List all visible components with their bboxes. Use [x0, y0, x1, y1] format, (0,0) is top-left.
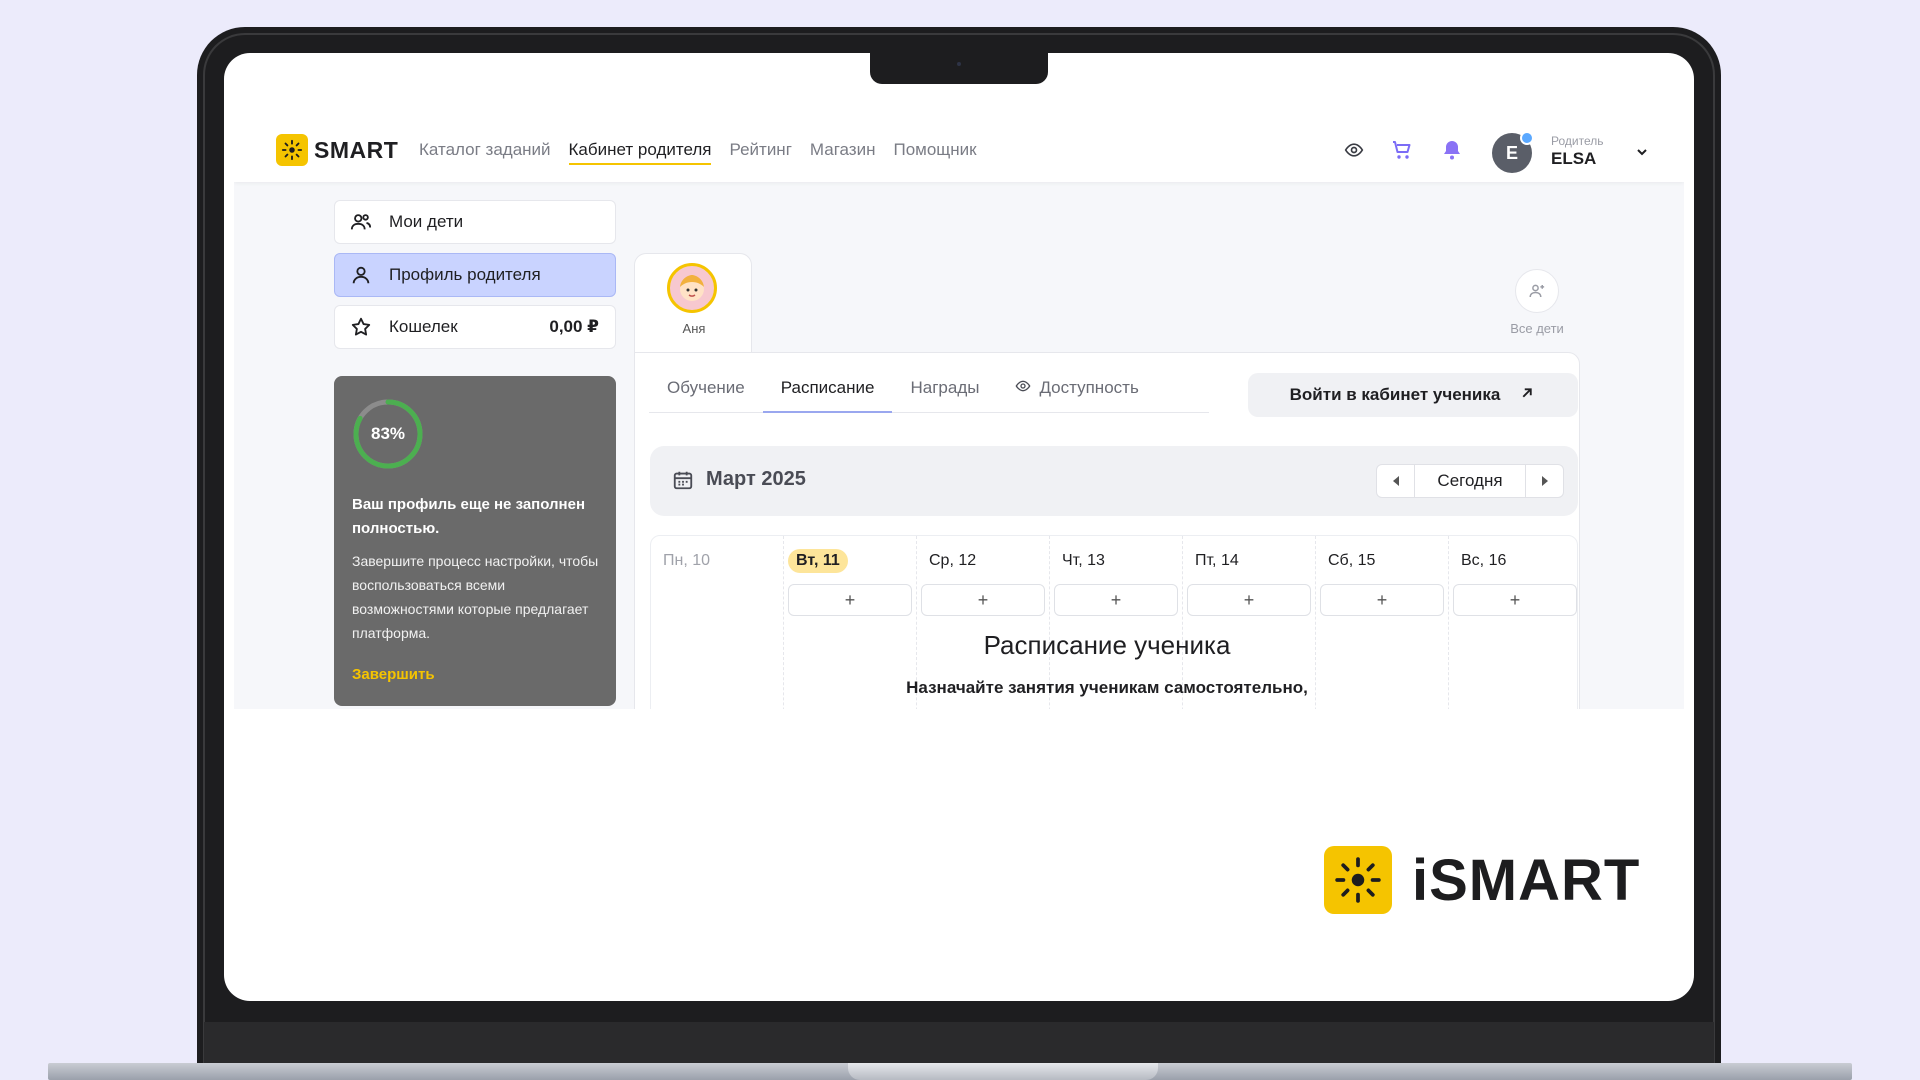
user-initial: E: [1505, 142, 1518, 163]
tab-learning[interactable]: Обучение: [649, 371, 763, 413]
child-tab[interactable]: Аня: [634, 253, 752, 353]
nav-shop[interactable]: Магазин: [810, 140, 876, 165]
child-name: Аня: [682, 321, 706, 336]
next-week-button[interactable]: [1525, 465, 1563, 497]
smart-logo[interactable]: SMART: [276, 134, 398, 166]
sun-logo-icon: [1324, 846, 1392, 914]
eye-icon[interactable]: [1344, 140, 1364, 165]
calendar-icon: [672, 469, 694, 496]
brand-name: iSMART: [1412, 847, 1641, 913]
laptop-hinge: [848, 1063, 1158, 1080]
sidebar-item-my-children[interactable]: Мои дети: [334, 200, 616, 244]
star-icon: [349, 315, 373, 339]
verified-badge-icon: [1520, 131, 1534, 145]
profile-completion-card: 83% Ваш профиль еще не заполнен полность…: [334, 376, 616, 706]
nav-catalog[interactable]: Каталог заданий: [419, 140, 551, 165]
card-text: Завершите процесс настройки, чтобы воспо…: [352, 553, 599, 641]
camera-icon: [957, 62, 961, 66]
user-icon: [349, 263, 373, 287]
date-navigator: Сегодня: [1376, 464, 1564, 498]
add-lesson-button[interactable]: +: [921, 584, 1045, 616]
day-label: Сб, 15: [1328, 552, 1376, 569]
empty-state-description: Назначайте занятия ученикам самостоятель…: [906, 678, 1308, 697]
month-label: Март 2025: [706, 468, 806, 490]
calendar-month-bar: Март 2025 Сегодня: [650, 446, 1578, 516]
caret-right-icon: [1541, 476, 1548, 486]
today-button[interactable]: Сегодня: [1415, 471, 1525, 491]
add-child-icon: [1529, 284, 1545, 298]
prev-week-button[interactable]: [1377, 465, 1415, 497]
user-avatar[interactable]: E: [1492, 131, 1534, 173]
sidebar-item-parent-profile[interactable]: Профиль родителя: [334, 253, 616, 297]
chevron-down-icon[interactable]: [1634, 144, 1650, 165]
day-label: Чт, 13: [1062, 552, 1105, 569]
header-icons: [1344, 138, 1464, 167]
app-window: SMART Каталог заданий Кабинет родителя Р…: [234, 122, 1684, 709]
laptop-bottom-bezel: [204, 1022, 1714, 1068]
empty-state-title: Расписание ученика: [983, 630, 1231, 660]
complete-profile-link[interactable]: Завершить: [352, 666, 435, 683]
arrow-up-right-icon: [1518, 384, 1536, 407]
tab-availability-label: Доступность: [1039, 378, 1139, 397]
add-lesson-button[interactable]: +: [1054, 584, 1178, 616]
logo-text: SMART: [314, 136, 399, 163]
user-role: Родитель: [1551, 134, 1604, 148]
sidebar-item-label: Профиль родителя: [389, 265, 541, 284]
sidebar-item-label: Кошелек: [389, 317, 458, 336]
eye-icon: [1015, 378, 1031, 399]
ismart-brand-logo: iSMART: [1324, 846, 1640, 914]
tab-rewards[interactable]: Награды: [892, 371, 997, 413]
top-navigation-bar: SMART Каталог заданий Кабинет родителя Р…: [234, 122, 1684, 182]
tab-availability[interactable]: Доступность: [997, 371, 1156, 413]
day-label: Пт, 14: [1195, 552, 1239, 569]
tab-schedule[interactable]: Расписание: [762, 371, 893, 413]
bell-icon[interactable]: [1440, 138, 1464, 167]
enter-student-cabinet-button[interactable]: Войти в кабинет ученика: [1248, 373, 1578, 417]
day-label-today: Вт, 11: [788, 549, 848, 573]
nav-assistant[interactable]: Помощник: [893, 140, 976, 165]
day-label: Ср, 12: [929, 552, 977, 569]
sun-logo-icon: [276, 134, 308, 166]
wallet-amount: 0,00 ₽: [549, 317, 599, 336]
add-lesson-button[interactable]: +: [1453, 584, 1577, 616]
day-label: Вс, 16: [1461, 552, 1507, 569]
cart-icon[interactable]: [1390, 138, 1414, 167]
nav-rating[interactable]: Рейтинг: [729, 140, 791, 165]
laptop-base: [48, 1063, 1852, 1080]
children-icon: [349, 210, 373, 234]
nav-parent-cabinet[interactable]: Кабинет родителя: [568, 140, 712, 165]
girl-face-icon: [680, 275, 704, 301]
add-lesson-button[interactable]: +: [1187, 584, 1311, 616]
add-lesson-button[interactable]: +: [1320, 584, 1444, 616]
add-lesson-button[interactable]: +: [788, 584, 912, 616]
day-label: Пн, 10: [663, 552, 711, 569]
card-title: Ваш профиль еще не заполнен полностью.: [352, 496, 586, 537]
user-name[interactable]: ELSA: [1551, 149, 1596, 169]
sidebar-item-label: Мои дети: [389, 212, 464, 231]
sidebar-item-wallet[interactable]: Кошелек 0,00 ₽: [334, 305, 616, 349]
all-children-button[interactable]: [1515, 269, 1559, 313]
all-children-label[interactable]: Все дети: [1492, 321, 1582, 336]
camera-notch: [870, 53, 1048, 84]
caret-left-icon: [1392, 476, 1399, 486]
main-nav: Каталог заданий Кабинет родителя Рейтинг…: [419, 140, 977, 165]
enter-button-label: Войти в кабинет ученика: [1289, 385, 1501, 404]
progress-percent: 83%: [370, 424, 406, 443]
child-avatar: [667, 263, 717, 313]
main-tabs: Обучение Расписание Награды Доступность: [649, 371, 1209, 413]
